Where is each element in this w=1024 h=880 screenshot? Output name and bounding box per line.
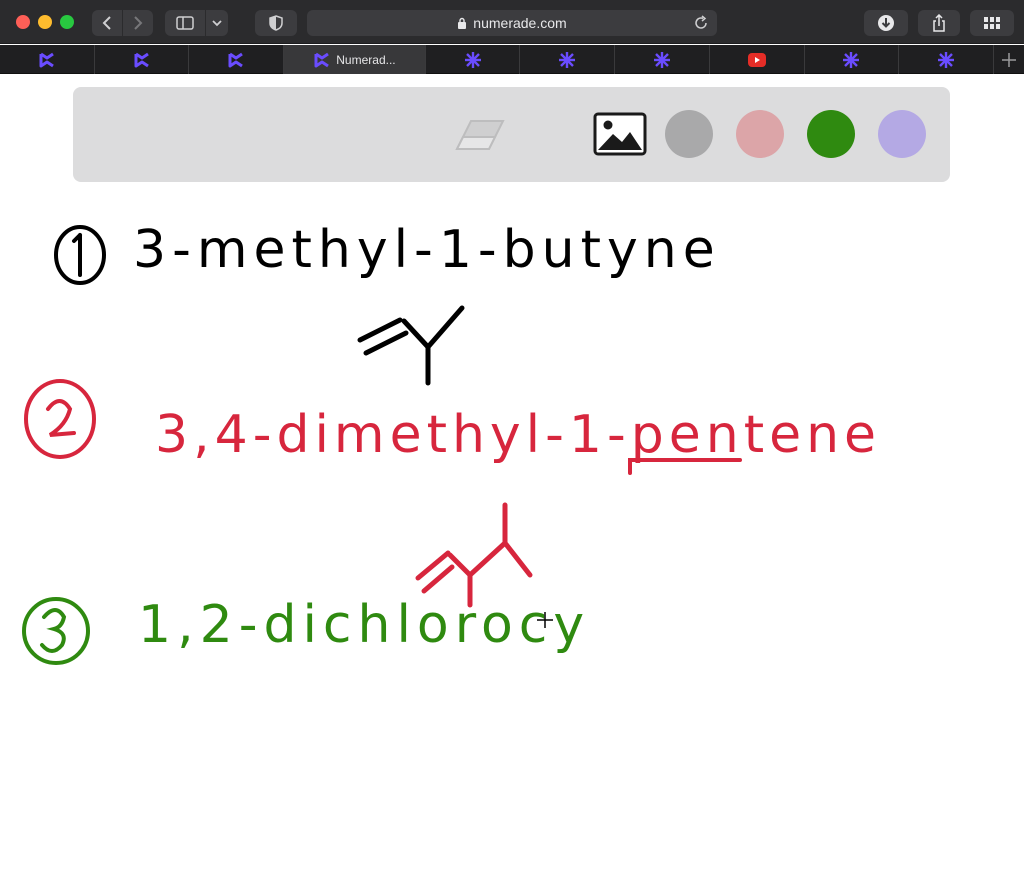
sidebar-menu-button[interactable] [206, 10, 228, 36]
tab-title: Numerad... [336, 52, 396, 67]
plus-icon [1002, 52, 1016, 67]
browser-tab-active[interactable]: Numerad... [284, 45, 426, 74]
minimize-window-button[interactable] [38, 15, 52, 29]
numerade-logo-icon [228, 52, 244, 67]
maximize-window-button[interactable] [60, 15, 74, 29]
browser-titlebar: numerade.com [0, 0, 1024, 44]
download-icon [878, 15, 894, 31]
address-bar[interactable]: numerade.com [307, 10, 717, 36]
asterisk-icon [464, 51, 481, 68]
grid-icon [984, 17, 1000, 29]
share-button[interactable] [918, 10, 960, 36]
browser-tab[interactable] [426, 45, 521, 74]
tab-bar: Numerad... [0, 45, 1024, 74]
browser-tab[interactable] [520, 45, 616, 74]
new-tab-button[interactable] [994, 45, 1024, 74]
reload-icon[interactable] [693, 15, 709, 31]
skeletal-structure-pentene [415, 502, 533, 608]
browser-tab[interactable] [805, 45, 900, 74]
browser-tab[interactable] [189, 45, 285, 74]
circled-number-2 [24, 379, 96, 459]
skeletal-structure-butyne [357, 305, 465, 386]
problem-1-name: 3-methyl-1-butyne [133, 220, 721, 280]
browser-tab[interactable] [95, 45, 190, 74]
handwriting-strokes [22, 225, 742, 665]
browser-tab[interactable] [899, 45, 995, 74]
chevron-down-icon [212, 20, 222, 27]
chevron-left-icon [102, 16, 111, 30]
asterisk-icon [559, 51, 576, 68]
forward-button[interactable] [123, 10, 153, 36]
close-window-button[interactable] [16, 15, 30, 29]
browser-tab[interactable] [615, 45, 710, 74]
asterisk-icon [843, 51, 860, 68]
youtube-icon [747, 52, 766, 67]
lock-icon [457, 17, 467, 29]
problem-3-name: 1,2-dichlorocy [138, 595, 591, 655]
chevron-right-icon [134, 16, 143, 30]
back-button[interactable] [92, 10, 122, 36]
asterisk-icon [938, 51, 955, 68]
browser-tab[interactable] [0, 45, 95, 74]
browser-tab[interactable] [710, 45, 805, 74]
shield-icon [269, 15, 283, 31]
numerade-logo-icon [39, 52, 54, 67]
downloads-button[interactable] [864, 10, 908, 36]
crosshair-cursor-icon [537, 612, 553, 633]
numerade-logo-icon [314, 52, 330, 67]
problem-2-name: 3,4-dimethyl-1-pentene [155, 405, 882, 465]
tab-overview-button[interactable] [970, 10, 1014, 36]
url-text: numerade.com [473, 15, 567, 31]
numerade-logo-icon [134, 52, 149, 67]
share-icon [933, 14, 945, 32]
asterisk-icon [654, 51, 671, 68]
sidebar-icon [176, 16, 194, 30]
whiteboard-canvas[interactable]: 3-methyl-1-butyne 3,4-dimethyl-1-pentene… [0, 75, 1024, 880]
sidebar-toggle-button[interactable] [165, 10, 205, 36]
privacy-report-button[interactable] [255, 10, 297, 36]
